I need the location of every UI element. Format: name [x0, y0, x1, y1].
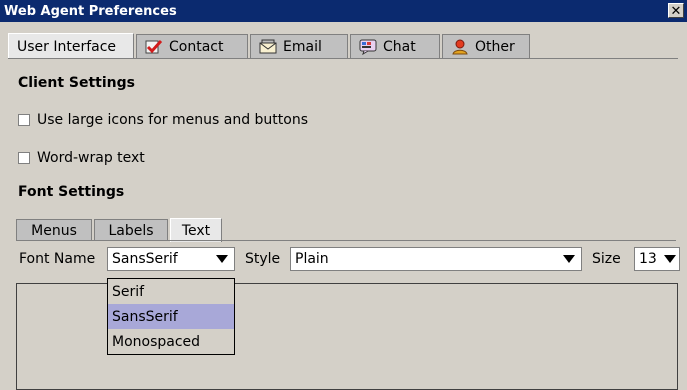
size-value: 13 [639, 251, 657, 267]
subtab-text[interactable]: Text [170, 218, 222, 242]
person-icon [451, 39, 469, 55]
window-titlebar: Web Agent Preferences ✕ [0, 0, 687, 22]
chevron-down-icon [216, 255, 228, 263]
chevron-down-icon [563, 255, 575, 263]
tab-label: Email [283, 38, 322, 55]
subtab-menus[interactable]: Menus [16, 219, 92, 241]
tab-label: Contact [169, 38, 224, 55]
subtab-label: Menus [31, 222, 77, 239]
chevron-down-icon [664, 255, 676, 263]
tab-divider [8, 58, 678, 59]
style-select[interactable]: Plain [290, 247, 582, 271]
tab-user-interface[interactable]: User Interface [8, 33, 134, 59]
word-wrap-checkbox[interactable] [18, 152, 30, 164]
tab-contact[interactable]: Contact [136, 34, 248, 58]
tab-other[interactable]: Other [442, 34, 530, 58]
style-value: Plain [295, 251, 329, 267]
size-select[interactable]: 13 [634, 247, 680, 271]
subtab-divider [16, 240, 676, 241]
subtab-label: Text [181, 222, 211, 239]
window-title: Web Agent Preferences [4, 3, 177, 19]
subtab-labels[interactable]: Labels [94, 219, 168, 241]
large-icons-option[interactable]: Use large icons for menus and buttons [18, 112, 308, 128]
client-settings-title: Client Settings [18, 75, 135, 91]
dropdown-option-serif[interactable]: Serif [108, 279, 234, 304]
word-wrap-option[interactable]: Word-wrap text [18, 150, 145, 166]
subtab-label: Labels [108, 222, 154, 239]
font-name-label: Font Name [19, 251, 96, 267]
close-button[interactable]: ✕ [668, 3, 684, 19]
dropdown-option-sansserif[interactable]: SansSerif [108, 304, 234, 329]
tab-label: User Interface [17, 38, 117, 55]
font-settings-title: Font Settings [18, 184, 125, 200]
style-label: Style [245, 251, 281, 267]
size-label: Size [592, 251, 621, 267]
chat-icon [359, 39, 377, 55]
font-name-dropdown-list: Serif SansSerif Monospaced [107, 278, 235, 355]
tab-label: Chat [383, 38, 416, 55]
checkmark-icon [145, 39, 163, 55]
word-wrap-label: Word-wrap text [37, 150, 145, 166]
font-name-value: SansSerif [112, 251, 178, 267]
tab-chat[interactable]: Chat [350, 34, 440, 58]
tab-email[interactable]: Email [250, 34, 348, 58]
tab-label: Other [475, 38, 515, 55]
large-icons-checkbox[interactable] [18, 114, 30, 126]
font-name-select[interactable]: SansSerif [107, 247, 235, 271]
email-icon [259, 39, 277, 55]
large-icons-label: Use large icons for menus and buttons [37, 112, 309, 128]
dropdown-option-monospaced[interactable]: Monospaced [108, 329, 234, 354]
close-icon: ✕ [670, 4, 682, 19]
